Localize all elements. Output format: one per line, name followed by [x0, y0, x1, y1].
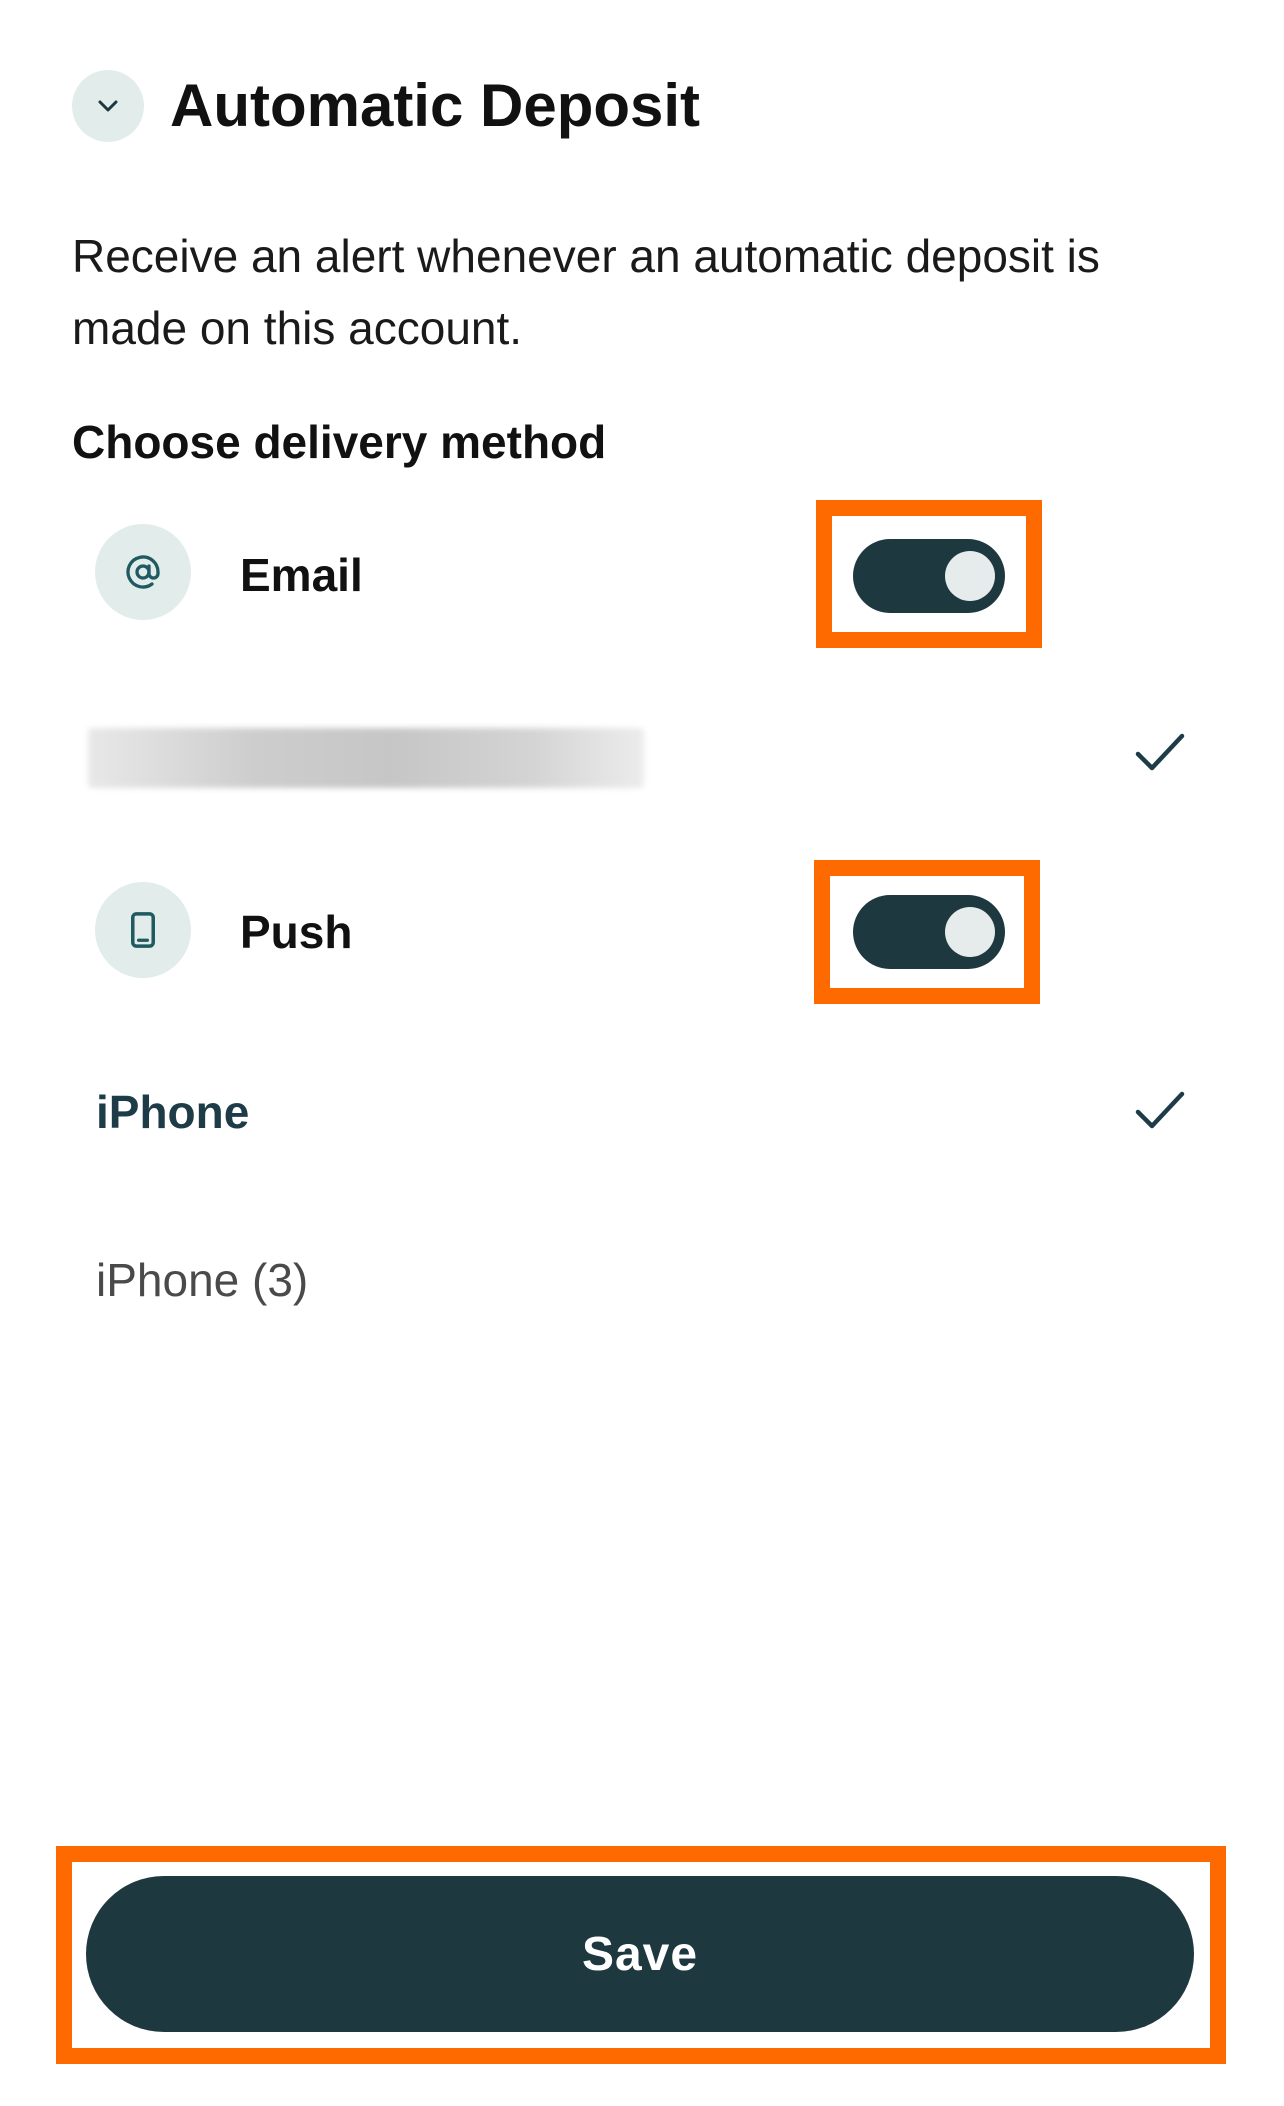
device-option-iphone-3[interactable]: iPhone (3) — [96, 1250, 308, 1310]
page-title: Automatic Deposit — [170, 72, 701, 139]
collapse-button[interactable] — [72, 70, 144, 142]
push-toggle[interactable] — [853, 895, 1005, 969]
email-toggle[interactable] — [853, 539, 1005, 613]
description-text: Receive an alert whenever an automatic d… — [72, 230, 1100, 354]
chevron-down-icon — [98, 100, 118, 112]
email-method-label: Email — [240, 549, 363, 601]
email-address-redacted — [88, 728, 644, 788]
push-method-icon-badge — [95, 882, 191, 978]
save-button[interactable]: Save — [86, 1876, 1194, 2032]
at-sign-icon — [126, 555, 160, 589]
push-toggle-knob — [945, 907, 995, 957]
email-checkmark-icon — [1135, 733, 1185, 771]
phone-icon — [131, 912, 155, 948]
email-toggle-knob — [945, 551, 995, 601]
delivery-method-heading: Choose delivery method — [72, 416, 607, 468]
device-checkmark-icon — [1135, 1091, 1185, 1129]
push-method-label: Push — [240, 906, 353, 958]
device-option-iphone[interactable]: iPhone — [96, 1082, 249, 1142]
email-method-icon-badge — [95, 524, 191, 620]
